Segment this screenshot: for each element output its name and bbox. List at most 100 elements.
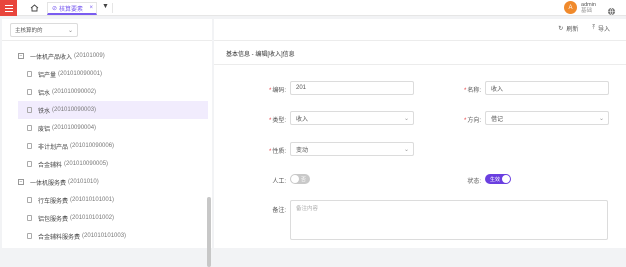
user-name: admin: [581, 1, 596, 8]
tree-leaf-row-selected[interactable]: 铁水 (201010090003): [18, 101, 208, 119]
type-label: *类型:: [268, 118, 286, 124]
tree-scrollbar[interactable]: [207, 197, 211, 267]
tree-code: (201010090003): [52, 107, 97, 113]
tree-code: (20101009): [74, 53, 105, 59]
tab-label: 核算要素: [59, 6, 84, 13]
tree-code: (201010090006): [70, 143, 115, 149]
account-select[interactable]: 主核算的的 ⌄: [10, 23, 78, 37]
file-icon: [27, 233, 32, 239]
tree-code: (201010090002): [52, 89, 97, 95]
collapse-icon[interactable]: −: [18, 179, 24, 185]
home-icon[interactable]: [25, 2, 43, 14]
manual-toggle-text: 否: [301, 176, 307, 183]
left-panel: 主核算的的 ⌄ − 一体机产品收入 (20101009) 铝产量 (201010…: [2, 19, 212, 267]
remark-textarea[interactable]: 备注内容: [290, 200, 608, 240]
tree-leaf-row[interactable]: 铝水 (201010090002): [18, 83, 208, 101]
type-value: 收入: [296, 116, 309, 123]
section-title: 基本信息 - 编辑[收入]信息: [226, 52, 295, 58]
code-value: 201: [296, 85, 307, 91]
tab-dropdown-icon[interactable]: ▼: [102, 3, 109, 10]
chevron-down-icon: ⌄: [403, 115, 409, 122]
direction-value: 借记: [491, 116, 504, 123]
toolbar: ↻ 刷新 ⤒ 导入: [558, 24, 610, 33]
remark-placeholder: 备注内容: [296, 206, 319, 212]
status-label: 状态:: [467, 179, 481, 185]
direction-select[interactable]: 借记 ⌄: [485, 111, 609, 125]
divider: [2, 40, 212, 41]
tree-leaf-row[interactable]: 合金辅料服务费 (201010101003): [18, 227, 208, 245]
tree-leaf-row[interactable]: 非计划产品 (201010090006): [18, 137, 208, 155]
tree-leaf-row[interactable]: 废铝 (201010090004): [18, 119, 208, 137]
tree-label: 合金辅料: [38, 162, 63, 169]
divider: [112, 3, 113, 13]
tree-code: (201010101002): [70, 215, 115, 221]
tree-leaf-row[interactable]: 行车服务费 (201010101001): [18, 191, 208, 209]
toggle-knob: [291, 175, 299, 183]
file-icon: [27, 107, 32, 113]
tree-leaf-row[interactable]: 合金辅料 (201010090005): [18, 155, 208, 173]
nature-value: 变动: [296, 147, 309, 154]
collapse-icon[interactable]: −: [18, 53, 24, 59]
tree-code: (20101010): [68, 179, 99, 185]
tab-accounting-elements[interactable]: ⊘ 核算要素 ×: [47, 2, 97, 15]
file-icon: [27, 89, 32, 95]
avatar: A: [564, 1, 578, 14]
name-label: *名称:: [463, 88, 481, 94]
tree-leaf-row[interactable]: 铝产量 (201010090001): [18, 65, 208, 83]
code-label: *编码:: [268, 88, 286, 94]
account-select-value: 主核算的的: [15, 28, 43, 34]
tree-code: (201010090001): [58, 71, 103, 77]
nature-label: *性质:: [268, 149, 286, 155]
tree-label: 行车服务费: [38, 198, 69, 205]
upload-icon: ⤒: [592, 25, 595, 31]
user-menu[interactable]: A admin 基础: [564, 1, 596, 14]
file-icon: [27, 215, 32, 221]
remark-label: 备注:: [272, 208, 286, 214]
refresh-button[interactable]: ↻ 刷新: [558, 24, 578, 33]
divider: [214, 64, 626, 65]
tree-leaf-row[interactable]: 铝包服务费 (201010101002): [18, 209, 208, 227]
chevron-down-icon: ⌄: [403, 146, 409, 153]
status-toggle[interactable]: 生效: [485, 174, 511, 184]
tree-code: (201010101001): [70, 197, 115, 203]
tree-label: 废铝: [38, 126, 51, 133]
file-icon: [27, 197, 32, 203]
tree-group-row[interactable]: − 一体机服务费 (20101010): [18, 173, 208, 191]
refresh-icon: ↻: [558, 26, 564, 32]
tree-label: 铁水: [38, 108, 51, 115]
close-icon[interactable]: ×: [89, 5, 93, 11]
tree-code: (201010101003): [82, 233, 127, 239]
file-icon: [27, 143, 32, 149]
code-input[interactable]: 201: [290, 81, 414, 95]
tree-group-row[interactable]: − 一体机产品收入 (20101009): [18, 47, 208, 65]
tree-label: 合金辅料服务费: [38, 234, 81, 241]
file-icon: [27, 71, 32, 77]
chevron-down-icon: ⌄: [598, 115, 604, 122]
tree-label: 一体机产品收入: [30, 54, 73, 61]
type-select[interactable]: 收入 ⌄: [290, 111, 414, 125]
divider: [214, 40, 626, 41]
import-button[interactable]: ⤒ 导入: [592, 24, 610, 33]
file-icon: [27, 161, 32, 167]
account-tree: − 一体机产品收入 (20101009) 铝产量 (201010090001) …: [18, 47, 208, 245]
direction-label: *方向:: [463, 118, 481, 124]
tree-label: 非计划产品: [38, 144, 69, 151]
name-input[interactable]: 收入: [485, 81, 609, 95]
nature-select[interactable]: 变动 ⌄: [290, 142, 414, 156]
user-role: 基础: [581, 7, 593, 14]
menu-icon[interactable]: [0, 0, 17, 16]
status-toggle-text: 生效: [489, 176, 500, 183]
tree-label: 一体机服务费: [30, 180, 67, 187]
tree-label: 铝包服务费: [38, 216, 69, 223]
tree-label: 铝产量: [38, 72, 57, 79]
tree-code: (201010090005): [64, 161, 109, 167]
refresh-label: 刷新: [566, 27, 579, 33]
manual-toggle[interactable]: 否: [290, 174, 310, 184]
import-label: 导入: [597, 27, 610, 33]
link-icon: ⊘: [52, 5, 58, 12]
manual-label: 人工:: [272, 179, 286, 185]
tree-code: (201010090004): [52, 125, 97, 131]
tree-label: 铝水: [38, 90, 51, 97]
file-icon: [27, 125, 32, 131]
top-bar: ⊘ 核算要素 × ▼ A admin 基础: [0, 0, 626, 16]
